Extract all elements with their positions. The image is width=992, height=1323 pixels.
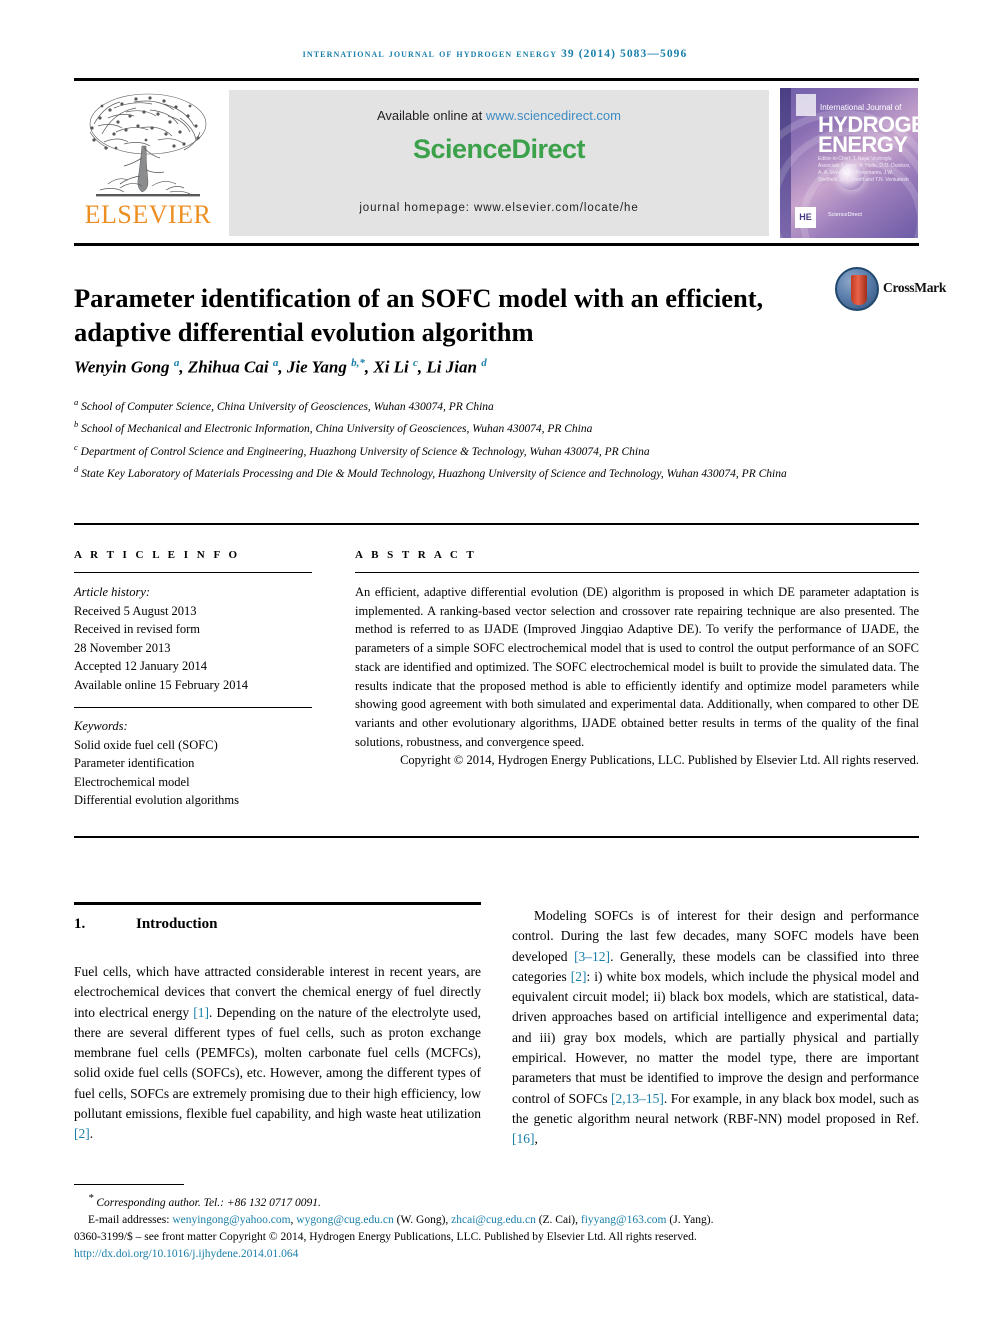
elsevier-logo-block: ELSEVIER [74, 88, 222, 238]
article-info-divider [74, 572, 312, 573]
keyword-item: Parameter identification [74, 756, 195, 770]
section-heading: 1. Introduction [74, 916, 481, 933]
masthead: ELSEVIER Available online at www.science… [74, 88, 919, 238]
article-history-block: Article history: Received 5 August 2013 … [74, 583, 312, 694]
crossmark-badge[interactable]: CrossMark [835, 267, 946, 317]
available-online-prefix: Available online at [376, 108, 486, 123]
elsevier-wordmark: ELSEVIER [84, 200, 212, 229]
sciencedirect-url-link[interactable]: www.sciencedirect.com [486, 108, 621, 123]
cover-editors: Editor-in-Chief: T. Nejat Veziroglu Asso… [818, 156, 911, 183]
affiliation-text: School of Mechanical and Electronic Info… [81, 423, 593, 436]
elsevier-tree-icon [89, 93, 207, 197]
section-rule [74, 902, 481, 905]
body-paragraph: Fuel cells, which have attracted conside… [74, 964, 481, 1142]
history-item: Received 5 August 2013 [74, 603, 197, 618]
author-list: Wenyin Gong a, Zhihua Cai a, Jie Yang b,… [74, 357, 487, 377]
affiliation-text: State Key Laboratory of Materials Proces… [81, 467, 787, 480]
affiliation-marker: a [74, 397, 79, 407]
issn-copyright-line: 0360-3199/$ – see front matter Copyright… [74, 1230, 697, 1243]
cover-title-line2: ENERGY [818, 132, 908, 157]
history-item: 28 November 2013 [74, 640, 171, 655]
affiliation-marker: c [74, 441, 78, 452]
journal-homepage-line[interactable]: journal homepage: www.elsevier.com/locat… [229, 202, 769, 214]
masthead-top-rule [74, 78, 919, 81]
section-number: 1. [74, 916, 86, 932]
available-online-line: Available online at www.sciencedirect.co… [229, 108, 769, 123]
affiliation-marker: d [74, 463, 79, 474]
corresponding-author-note: * Corresponding author. Tel.: +86 132 07… [88, 1192, 321, 1209]
page-footer: * Corresponding author. Tel.: +86 132 07… [74, 1190, 919, 1263]
history-item: Accepted 12 January 2014 [74, 659, 207, 673]
masthead-bottom-rule [74, 243, 919, 246]
affiliation-list: a School of Computer Science, China Univ… [74, 394, 834, 483]
affiliation-text: Department of Control Science and Engine… [80, 445, 650, 458]
abstract-top-rule [74, 523, 919, 525]
keywords-block: Keywords: Solid oxide fuel cell (SOFC) P… [74, 717, 312, 810]
sciencedirect-logo[interactable]: ScienceDirect [229, 134, 769, 165]
crossmark-icon [835, 267, 879, 311]
keywords-divider [74, 707, 312, 708]
doi-link[interactable]: http://dx.doi.org/10.1016/j.ijhydene.201… [74, 1246, 919, 1263]
article-info-heading: A R T I C L E I N F O [74, 549, 241, 561]
paper-page: International Journal of Hydrogen Energy… [0, 0, 992, 1323]
affiliation-item: c Department of Control Science and Engi… [74, 439, 834, 461]
footer-rule [74, 1184, 184, 1185]
affiliation-text: School of Computer Science, China Univer… [81, 400, 494, 413]
body-column-left: Fuel cells, which have attracted conside… [74, 962, 481, 1145]
journal-cover-image: International Journal of HYDROGEN ENERGY… [780, 88, 918, 238]
affiliation-item: b School of Mechanical and Electronic In… [74, 416, 834, 438]
sciencedirect-band: Available online at www.sciencedirect.co… [229, 90, 769, 236]
affiliation-item: a School of Computer Science, China Univ… [74, 394, 834, 416]
article-history-label: Article history: [74, 585, 151, 599]
abstract-bottom-rule [74, 836, 919, 838]
abstract-heading: A B S T R A C T [355, 549, 477, 561]
history-item: Available online 15 February 2014 [74, 677, 249, 692]
abstract-divider [355, 572, 919, 573]
affiliation-marker: b [74, 419, 79, 430]
cover-superheading: International Journal of [820, 103, 902, 112]
section-title: Introduction [136, 916, 218, 932]
body-paragraph: Modeling SOFCs is of interest for their … [512, 908, 919, 1147]
affiliation-item: d State Key Laboratory of Materials Proc… [74, 461, 834, 483]
history-item: Received in revised form [74, 622, 200, 636]
running-head: International Journal of Hydrogen Energy… [302, 48, 688, 60]
crossmark-book-glyph [851, 275, 867, 305]
keywords-label: Keywords: [74, 719, 128, 733]
abstract-column: A B S T R A C T An efficient, adaptive d… [355, 549, 919, 770]
cover-sciencedirect-mark: ScienceDirect [828, 212, 862, 218]
abstract-text: An efficient, adaptive differential evol… [355, 585, 919, 749]
cover-elsevier-badge [796, 94, 816, 116]
cover-he-badge: HE [795, 207, 816, 228]
keyword-item: Solid oxide fuel cell (SOFC) [74, 737, 218, 752]
abstract-copyright: Copyright © 2014, Hydrogen Energy Public… [400, 753, 919, 768]
crossmark-label: CrossMark [883, 280, 947, 295]
email-addresses-note: E-mail addresses: wenyingong@yahoo.com, … [88, 1213, 714, 1226]
keyword-item: Differential evolution algorithms [74, 793, 240, 807]
article-info-column: A R T I C L E I N F O Article history: R… [74, 549, 312, 810]
page-title: Parameter identification of an SOFC mode… [74, 282, 764, 347]
body-column-right: Modeling SOFCs is of interest for their … [512, 906, 919, 1150]
keyword-item: Electrochemical model [74, 774, 190, 789]
